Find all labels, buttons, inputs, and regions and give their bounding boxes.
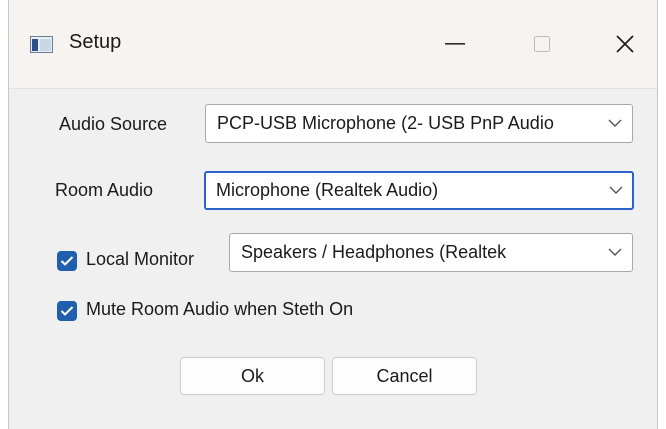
maximize-button[interactable] [516,22,568,66]
close-icon [616,35,634,53]
local-monitor-dropdown[interactable]: Speakers / Headphones (Realtek [229,233,633,272]
local-monitor-checkbox[interactable] [57,251,77,271]
window-title: Setup [69,31,122,53]
audio-source-label: Audio Source [59,114,168,134]
room-audio-dropdown[interactable]: Microphone (Realtek Audio) [204,171,634,210]
checkmark-icon [60,306,74,316]
audio-source-dropdown[interactable]: PCP-USB Microphone (2- USB PnP Audio [205,104,633,143]
room-audio-value: Microphone (Realtek Audio) [216,180,439,200]
chevron-down-icon [608,119,622,127]
setup-dialog: Setup Audio Source PCP-USB Microphone (2… [8,0,658,429]
mute-room-audio-label[interactable]: Mute Room Audio when Steth On [86,299,353,320]
checkmark-icon [60,256,74,266]
chevron-down-icon [608,248,622,256]
mute-room-audio-checkbox[interactable] [57,301,77,321]
ok-button[interactable]: Ok [180,357,325,395]
audio-source-value: PCP-USB Microphone (2- USB PnP Audio [217,113,554,133]
minimize-icon [445,43,465,45]
room-audio-label: Room Audio [55,180,154,200]
app-window-icon [30,36,53,53]
title-bar[interactable]: Setup [9,0,657,89]
cancel-button[interactable]: Cancel [332,357,477,395]
local-monitor-value: Speakers / Headphones (Realtek [241,242,507,262]
local-monitor-label[interactable]: Local Monitor [86,249,194,270]
maximize-icon [534,36,550,52]
minimize-button[interactable] [429,22,481,66]
close-button[interactable] [599,22,651,66]
chevron-down-icon [609,186,623,194]
